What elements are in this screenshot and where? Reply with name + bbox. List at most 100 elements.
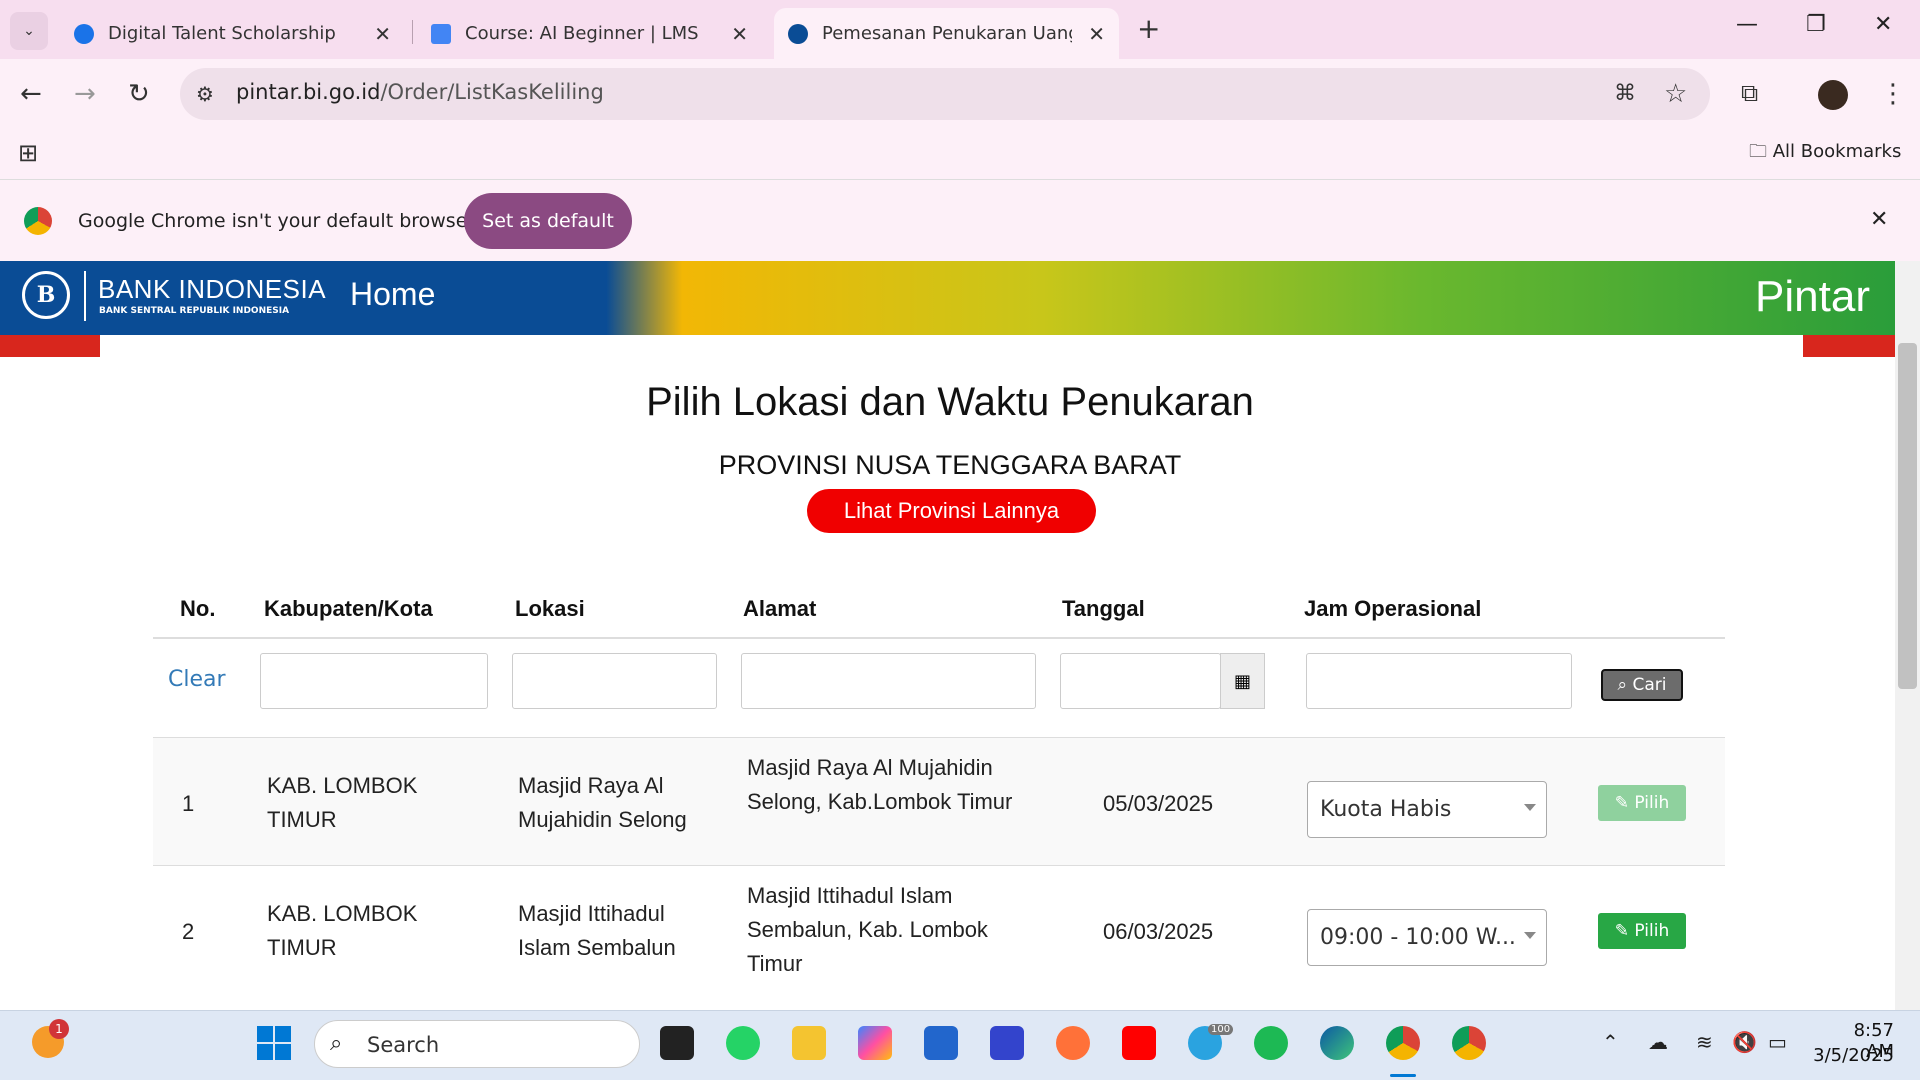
cell-kabupaten: KAB. LOMBOK TIMUR <box>267 901 418 960</box>
brand-pintar: Pintar <box>1755 272 1870 321</box>
whatsapp-icon[interactable] <box>726 1026 760 1060</box>
minimize-icon[interactable]: — <box>1736 12 1758 37</box>
province-name: PROVINSI NUSA TENGGARA BARAT <box>718 450 1182 480</box>
set-default-button[interactable]: Set as default <box>464 193 632 249</box>
tray-overflow-icon[interactable]: ⌃ <box>1602 1030 1619 1054</box>
apps-icon[interactable]: ⊞ <box>18 139 38 167</box>
filter-tanggal-input[interactable] <box>1060 653 1221 709</box>
col-header-no: No. <box>180 596 216 621</box>
firefox-icon[interactable] <box>1056 1026 1090 1060</box>
back-icon[interactable]: ← <box>20 79 42 109</box>
spotify-icon[interactable] <box>1254 1026 1288 1060</box>
bi-logo-name: BANK INDONESIA <box>98 274 327 304</box>
col-header-kabupaten: Kabupaten/Kota <box>264 596 433 621</box>
filter-lokasi-input[interactable] <box>512 653 717 709</box>
translate-icon[interactable]: ⌘ <box>1614 81 1636 106</box>
wifi-icon[interactable]: ≋ <box>1696 1030 1713 1054</box>
close-icon[interactable]: ✕ <box>1088 22 1105 46</box>
bi-logo-icon[interactable]: B <box>22 271 70 319</box>
close-banner-icon[interactable]: ✕ <box>1870 207 1888 232</box>
jam-select[interactable]: Kuota Habis <box>1307 781 1547 838</box>
chevron-down-icon: ⌄ <box>23 23 35 39</box>
clear-link[interactable]: Clear <box>168 667 226 692</box>
banner-text: Google Chrome isn't your default browser <box>78 210 476 232</box>
telegram-badge: 100 <box>1208 1024 1234 1035</box>
chrome-icon[interactable] <box>1386 1026 1420 1060</box>
restore-icon[interactable]: ❐ <box>1806 12 1826 37</box>
task-view-icon[interactable] <box>660 1026 694 1060</box>
filter-kabupaten-input[interactable] <box>260 653 488 709</box>
scrollbar-thumb[interactable] <box>1898 343 1917 689</box>
col-header-lokasi: Lokasi <box>515 596 585 621</box>
cell-tanggal: 05/03/2025 <box>1103 791 1214 816</box>
tab-digital-talent[interactable]: Digital Talent Scholarship ✕ <box>60 8 405 59</box>
clock-date[interactable]: 3/5/2025 <box>1810 1045 1894 1066</box>
bookmarks-bar <box>0 129 1920 180</box>
start-icon[interactable] <box>257 1026 291 1060</box>
search-icon: ⌕ <box>330 1031 343 1056</box>
profile-avatar[interactable] <box>1818 80 1848 110</box>
volume-muted-icon[interactable]: 🔇 <box>1732 1030 1757 1054</box>
tab-pemesanan[interactable]: Pemesanan Penukaran Uang Ka ✕ <box>774 8 1119 59</box>
copilot-icon[interactable] <box>858 1026 892 1060</box>
app-icon[interactable] <box>990 1026 1024 1060</box>
forward-icon[interactable]: → <box>74 79 96 109</box>
close-icon[interactable]: ✕ <box>374 22 391 46</box>
site-info-icon[interactable]: ⚙ <box>196 82 214 106</box>
col-header-jam: Jam Operasional <box>1304 596 1482 621</box>
cell-lokasi: Masjid Ittihadul Islam Sembalun <box>518 901 676 960</box>
battery-icon[interactable]: ▭ <box>1768 1030 1787 1054</box>
dts-favicon-icon <box>74 23 94 44</box>
cell-tanggal: 06/03/2025 <box>1103 919 1214 944</box>
folder-icon: 🗀 <box>1749 141 1767 162</box>
close-window-icon[interactable]: ✕ <box>1874 12 1892 37</box>
nav-home[interactable]: Home <box>350 276 435 313</box>
cell-no: 2 <box>182 919 195 944</box>
tab-separator <box>412 20 413 44</box>
extensions-icon[interactable]: ⧉ <box>1741 79 1758 107</box>
edge-icon[interactable] <box>1320 1026 1354 1060</box>
decor-corner <box>0 335 100 357</box>
other-province-button[interactable]: Lihat Provinsi Lainnya <box>807 489 1096 533</box>
dropdown-arrow-icon <box>1524 804 1536 811</box>
file-explorer-icon[interactable] <box>792 1026 826 1060</box>
bookmark-star-icon[interactable]: ☆ <box>1664 79 1687 109</box>
tab-search-button[interactable]: ⌄ <box>10 12 48 50</box>
reload-icon[interactable]: ↻ <box>128 79 150 109</box>
menu-icon[interactable]: ⋮ <box>1880 79 1906 109</box>
calendar-icon[interactable]: ▦ <box>1220 653 1265 709</box>
pilih-button[interactable]: ✎ Pilih <box>1598 785 1686 821</box>
taskbar-search[interactable] <box>314 1020 640 1068</box>
tab-title: Pemesanan Penukaran Uang Ka <box>822 23 1072 44</box>
new-tab-button[interactable]: + <box>1137 12 1160 45</box>
cell-kabupaten: KAB. LOMBOK TIMUR <box>267 773 418 832</box>
col-header-alamat: Alamat <box>743 596 817 621</box>
tab-course-lms[interactable]: Course: AI Beginner | LMS ✕ <box>417 8 762 59</box>
taskbar-search-placeholder: Search <box>367 1033 440 1057</box>
filter-alamat-input[interactable] <box>741 653 1036 709</box>
decor-corner <box>1803 335 1895 357</box>
edit-icon: ✎ <box>1614 793 1635 813</box>
youtube-icon[interactable] <box>1122 1026 1156 1060</box>
bi-logo-subtitle: BANK SENTRAL REPUBLIK INDONESIA <box>99 306 290 316</box>
jam-select[interactable]: 09:00 - 10:00 W... <box>1307 909 1547 966</box>
cell-lokasi: Masjid Raya Al Mujahidin Selong <box>518 773 687 832</box>
active-app-indicator <box>1390 1074 1416 1077</box>
cell-no: 1 <box>182 791 195 816</box>
col-header-tanggal: Tanggal <box>1062 596 1145 621</box>
store-icon[interactable] <box>924 1026 958 1060</box>
dropdown-arrow-icon <box>1524 932 1536 939</box>
search-button[interactable]: ⌕ Cari <box>1601 669 1683 701</box>
chrome-logo-icon <box>24 207 52 235</box>
url-text[interactable]: pintar.bi.go.id/Order/ListKasKeliling <box>236 80 604 104</box>
all-bookmarks[interactable]: 🗀 All Bookmarks <box>1749 139 1901 169</box>
close-icon[interactable]: ✕ <box>731 22 748 46</box>
cell-alamat: Masjid Raya Al Mujahidin Selong, Kab.Lom… <box>747 755 1013 814</box>
edit-icon: ✎ <box>1614 921 1635 941</box>
page-title: Pilih Lokasi dan Waktu Penukaran <box>646 380 1254 424</box>
filter-jam-input[interactable] <box>1306 653 1572 709</box>
chrome-profile-icon[interactable] <box>1452 1026 1486 1060</box>
tab-title: Course: AI Beginner | LMS <box>465 23 699 44</box>
pilih-button[interactable]: ✎ Pilih <box>1598 913 1686 949</box>
onedrive-icon[interactable]: ☁ <box>1648 1030 1668 1054</box>
